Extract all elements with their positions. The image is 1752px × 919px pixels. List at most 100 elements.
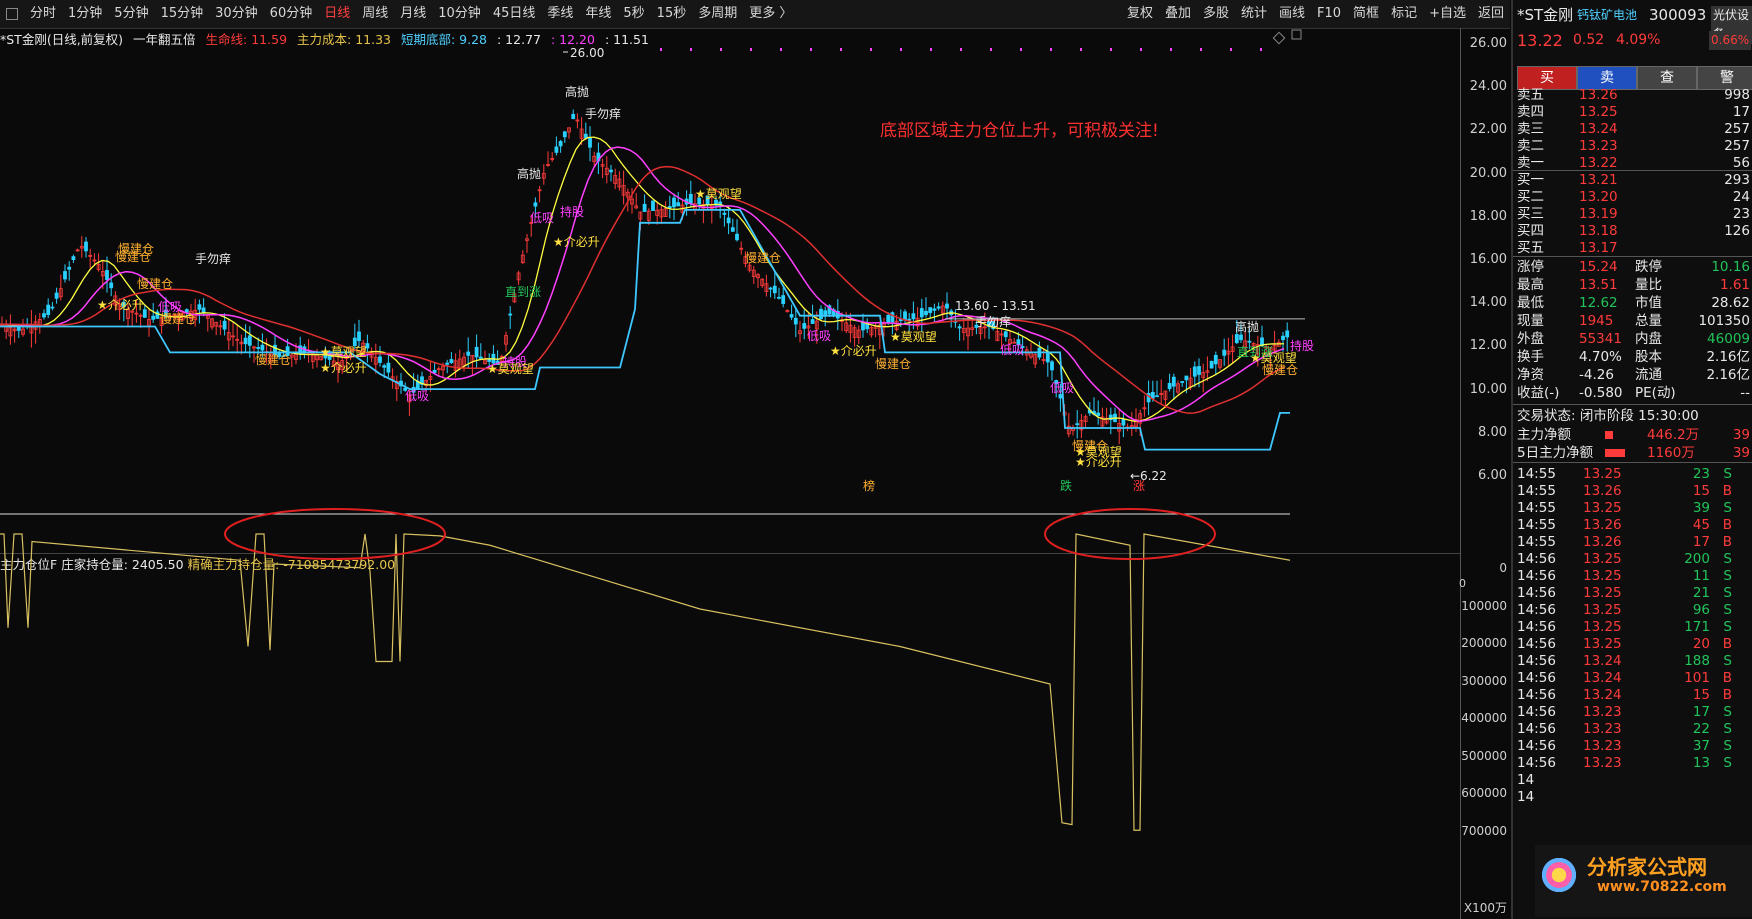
formula-name[interactable]: 一年翻五倍 (133, 32, 196, 47)
period-tab[interactable]: 周线 (356, 0, 394, 28)
sub-indicator-name[interactable]: 主力仓位F (0, 557, 57, 572)
candle-body (1003, 331, 1008, 338)
chart-signal-label: ★莫观望 (320, 345, 367, 359)
candle-body (928, 307, 933, 313)
period-tab[interactable]: 10分钟 (432, 0, 487, 28)
chart-signal-label: 持股 (560, 204, 584, 219)
candle-body (722, 212, 727, 215)
tool-button[interactable]: 叠加 (1159, 0, 1197, 28)
candle-body (781, 295, 786, 304)
signal-dot (1110, 48, 1112, 51)
candle-body (71, 256, 76, 261)
period-tab[interactable]: 15分钟 (155, 0, 210, 28)
signal-dot (1020, 48, 1022, 51)
tool-button[interactable]: 标记 (1385, 0, 1423, 28)
tool-button[interactable]: 返回 (1472, 0, 1510, 28)
tool-button[interactable]: 复权 (1121, 0, 1159, 28)
chart-signal-label: 手勿痒 (975, 314, 1011, 329)
period-tab[interactable]: 60分钟 (264, 0, 319, 28)
candle-body (1239, 334, 1243, 341)
short-bottom-value: 短期底部: 9.28 (400, 32, 488, 47)
flow-rank: 39 (1732, 427, 1750, 443)
chart-signal-label: ★莫观望 (890, 330, 937, 344)
candle-body (1155, 395, 1159, 398)
indicator-info-bar: *ST金刚(日线,前复权) 一年翻五倍 生命线: 11.59 主力成本: 11.… (0, 29, 1460, 47)
high-price-label: 26.00 (570, 46, 604, 60)
stats-divider (1513, 256, 1752, 257)
stat-value: 2.16亿 (1706, 349, 1750, 365)
signal-dot (1140, 48, 1142, 51)
period-tab[interactable]: 日线 (318, 0, 356, 28)
stat-label: 跌停 (1635, 259, 1662, 275)
period-tab[interactable]: 45日线 (487, 0, 542, 28)
candle-body (67, 266, 72, 270)
candle-body (1096, 412, 1101, 416)
tool-button[interactable]: 简框 (1347, 0, 1385, 28)
candle-body (1209, 360, 1214, 369)
period-tab[interactable]: 季线 (541, 0, 579, 28)
chart-signal-label: ★介必升 (553, 235, 600, 249)
period-tab[interactable]: 分时 (24, 0, 62, 28)
candle-body (676, 202, 681, 207)
volume-tick: 700000 (1461, 823, 1507, 838)
stat-value: 101350 (1698, 313, 1750, 329)
candle-body (642, 203, 647, 212)
period-tab[interactable]: 年线 (579, 0, 617, 28)
tool-button[interactable]: 统计 (1235, 0, 1273, 28)
candle-body (201, 307, 206, 313)
chart-signal-label: ★莫观望 (695, 187, 742, 201)
candle-body (466, 351, 471, 356)
tool-button[interactable]: 多股 (1197, 0, 1235, 28)
candle-body (84, 241, 88, 252)
candle-body (768, 287, 773, 290)
stats-row: 换手 4.70% 股本 2.16亿 (1513, 348, 1752, 367)
tool-button[interactable]: 画线 (1273, 0, 1311, 28)
candle-body (378, 356, 382, 363)
candle-body (1192, 366, 1197, 377)
signal-dot (1230, 48, 1232, 51)
price-tick: 20.00 (1469, 165, 1507, 181)
stat-label: 现量 (1517, 313, 1544, 329)
chart-signal-label: 低吸 (530, 211, 554, 225)
stats-row: 最高 13.51 量比 1.61 (1513, 276, 1752, 295)
position-chart[interactable] (0, 508, 1460, 919)
tool-button[interactable]: F10 (1311, 0, 1347, 28)
signal-dot (870, 48, 872, 51)
period-tab[interactable]: 5分钟 (108, 0, 154, 28)
period-tab[interactable]: 多周期 (692, 0, 743, 28)
stock-name: *ST金刚 (1517, 6, 1574, 24)
tool-button[interactable]: +自选 (1423, 0, 1472, 28)
stat-label: 最高 (1517, 277, 1544, 293)
candle-body (1045, 352, 1050, 363)
period-tab[interactable]: 更多 〉 (743, 0, 798, 28)
price-tick: 14.00 (1469, 295, 1507, 311)
candle-body (42, 313, 46, 318)
candle-body (911, 313, 916, 320)
concept-tag[interactable]: 钙钛矿电池 (1577, 6, 1637, 25)
candle-body (50, 306, 55, 309)
price-tick: 26.00 (1469, 36, 1507, 51)
life-line-value: 生命线: 11.59 (205, 32, 288, 47)
candle-body (1197, 366, 1201, 375)
candle-body (936, 306, 941, 309)
kline-chart[interactable]: 26.00←6.2213.60 - 13.51手勿痒手勿痒手勿痒慢建仓慢建仓慢建… (0, 29, 1460, 553)
candle-body (243, 337, 248, 345)
flow-label: 5日主力净额 (1517, 445, 1594, 461)
volume-tick: 100000 (1461, 598, 1507, 613)
period-tab[interactable]: 15秒 (651, 0, 693, 28)
value-1: : 12.77 (497, 32, 541, 47)
price-tick: 22.00 (1469, 122, 1507, 138)
period-tab[interactable]: 1分钟 (62, 0, 108, 28)
period-tab[interactable]: 月线 (394, 0, 432, 28)
chart-signal-label: ★介必升 (830, 344, 877, 358)
signal-dot (900, 48, 902, 51)
stat-value: 2.16亿 (1706, 367, 1750, 383)
candle-body (819, 308, 823, 320)
period-tab[interactable]: 5秒 (617, 0, 650, 28)
chart-signal-label: 慢建仓 (1262, 363, 1298, 377)
period-tab[interactable]: 30分钟 (209, 0, 264, 28)
candle-body (1184, 375, 1189, 381)
chart-signal-label: 高抛 (1235, 319, 1259, 334)
layout-icon[interactable] (6, 8, 18, 20)
candle-body (772, 285, 777, 294)
